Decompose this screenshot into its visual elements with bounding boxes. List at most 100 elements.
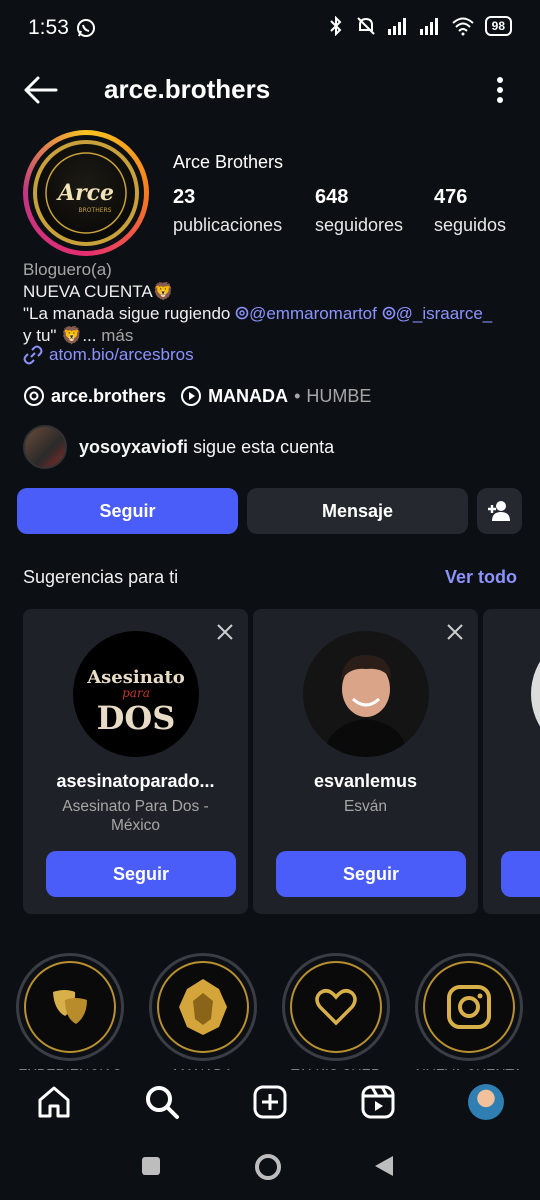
suggestion-name: Esván	[343, 798, 388, 815]
create-icon[interactable]	[252, 1084, 288, 1120]
bottom-nav	[0, 1070, 540, 1134]
stat-posts-count: 23	[173, 186, 196, 208]
bio-line-2: "La manada sigue rugiendo @emmaromartof …	[23, 303, 523, 325]
suggestion-username: asesinatoparado...	[56, 771, 215, 791]
music-artist: HUMBE	[306, 385, 372, 406]
suggestion-name: Asesinato Para Dos - México	[62, 798, 209, 834]
stat-following[interactable]: 476 seguidos	[434, 186, 506, 236]
follow-button[interactable]: Seguir	[17, 488, 238, 534]
signal-icon	[387, 18, 406, 35]
page-title: arce.brothers	[104, 74, 271, 104]
lion-icon	[179, 979, 227, 1035]
highlight-nueva-cuenta[interactable]	[415, 953, 523, 1061]
signal-icon-2	[419, 18, 438, 35]
heart-icon	[315, 989, 357, 1026]
close-icon[interactable]	[216, 623, 234, 641]
suggestion-follow-button[interactable]	[501, 851, 540, 897]
reels-icon[interactable]	[360, 1084, 396, 1120]
highlight-experiencias[interactable]	[16, 953, 124, 1061]
suggestion-avatar[interactable]	[303, 631, 429, 757]
profile-links-row: arce.brothers MANADA • HUMBE	[23, 385, 371, 407]
top-bar: arce.brothers	[0, 62, 540, 118]
system-nav-bar	[0, 1134, 540, 1200]
wifi-icon	[451, 17, 474, 36]
mention-emmaromartof[interactable]: @emmaromartof	[235, 304, 377, 323]
highlight-manada[interactable]	[149, 953, 257, 1061]
status-time: 1:53	[28, 16, 69, 39]
back-arrow-icon[interactable]	[22, 74, 58, 106]
follower-avatar	[23, 425, 67, 469]
close-icon[interactable]	[446, 623, 464, 641]
bio-line-3-text: y tu" 🦁...	[23, 326, 97, 345]
mention-2-text: @_israarce_	[395, 304, 493, 323]
threads-link[interactable]: arce.brothers	[23, 385, 166, 407]
bio-link-text: atom.bio/arcesbros	[49, 345, 194, 364]
bio-line-1: NUEVA CUENTA🦁	[23, 282, 174, 301]
svg-text:BROTHERS: BROTHERS	[79, 207, 112, 214]
stat-followers[interactable]: 648 seguidores	[315, 186, 403, 236]
more-options-icon[interactable]	[496, 76, 504, 104]
home-icon[interactable]	[36, 1084, 72, 1120]
svg-text:para: para	[122, 686, 150, 700]
follower-username: yosoyxaviofi	[79, 436, 189, 457]
search-icon[interactable]	[144, 1084, 180, 1120]
mention-1-text: @emmaromartof	[249, 304, 377, 323]
status-icons: 98	[327, 16, 512, 36]
whatsapp-icon	[77, 19, 95, 37]
music-separator: •	[294, 385, 301, 406]
suggestion-card-partial[interactable]	[483, 609, 540, 914]
stat-posts-label: publicaciones	[173, 215, 283, 235]
followed-by-text: sigue esta cuenta	[193, 436, 335, 457]
suggestion-card[interactable]: esvanlemus Esván Seguir	[253, 609, 478, 914]
svg-text:Asesinato: Asesinato	[86, 667, 185, 688]
message-button[interactable]: Mensaje	[247, 488, 468, 534]
profile-name: Arce Brothers	[173, 152, 284, 172]
bio-line-3: y tu" 🦁... más	[23, 325, 523, 347]
highlight-talkis[interactable]	[282, 953, 390, 1061]
profile-nav-avatar[interactable]	[468, 1084, 504, 1120]
svg-text:Arce: Arce	[56, 180, 114, 206]
suggestion-username: esvanlemus	[313, 771, 418, 791]
mention-israarce[interactable]: @_israarce_	[382, 304, 493, 323]
stat-followers-count: 648	[315, 186, 349, 208]
followed-by-row[interactable]: yosoyxaviofi sigue esta cuenta	[23, 425, 334, 469]
instagram-icon	[447, 985, 491, 1029]
music-title: MANADA	[208, 385, 289, 406]
status-bar: 1:53 98	[0, 0, 540, 58]
stat-posts[interactable]: 23 publicaciones	[173, 186, 282, 236]
profile-avatar[interactable]: Arce BROTHERS	[23, 130, 149, 256]
bio-line-2-text: "La manada sigue rugiendo	[23, 304, 236, 323]
threads-icon	[24, 386, 44, 406]
suggestion-follow-button[interactable]: Seguir	[276, 851, 466, 897]
stat-following-label: seguidos	[434, 215, 507, 235]
svg-text:DOS: DOS	[97, 699, 176, 737]
threads-icon	[235, 306, 249, 320]
theater-masks-icon	[53, 990, 87, 1024]
bio: Bloguero(a) NUEVA CUENTA🦁 "La manada sig…	[23, 259, 523, 347]
see-all-link[interactable]: Ver todo	[445, 567, 517, 588]
suggest-people-button[interactable]	[477, 488, 522, 534]
stat-following-count: 476	[434, 186, 468, 208]
avatar-logo: Arce BROTHERS	[33, 140, 139, 246]
bio-category: Bloguero(a)	[23, 260, 112, 279]
add-person-icon	[487, 501, 510, 521]
link-icon	[23, 345, 43, 365]
muted-bell-icon	[356, 17, 375, 35]
threads-username: arce.brothers	[51, 385, 167, 406]
stat-followers-label: seguidores	[315, 215, 404, 235]
suggestion-avatar	[531, 631, 540, 757]
battery-indicator: 98	[484, 16, 512, 36]
suggestion-card[interactable]: Asesinato para DOS asesinatoparado... As…	[23, 609, 248, 914]
suggestions-title: Sugerencias para ti	[23, 567, 179, 587]
recents-icon[interactable]	[141, 1156, 161, 1176]
bluetooth-icon	[329, 16, 342, 36]
system-home-icon[interactable]	[254, 1153, 282, 1181]
bio-more-link[interactable]: más	[101, 326, 133, 345]
music-link[interactable]: MANADA • HUMBE	[180, 385, 371, 407]
suggestion-avatar[interactable]: Asesinato para DOS	[73, 631, 199, 757]
system-back-icon[interactable]	[373, 1154, 395, 1178]
threads-icon	[382, 306, 395, 320]
play-circle-icon	[181, 386, 202, 406]
bio-link[interactable]: atom.bio/arcesbros	[23, 345, 194, 365]
suggestion-follow-button[interactable]: Seguir	[46, 851, 236, 897]
